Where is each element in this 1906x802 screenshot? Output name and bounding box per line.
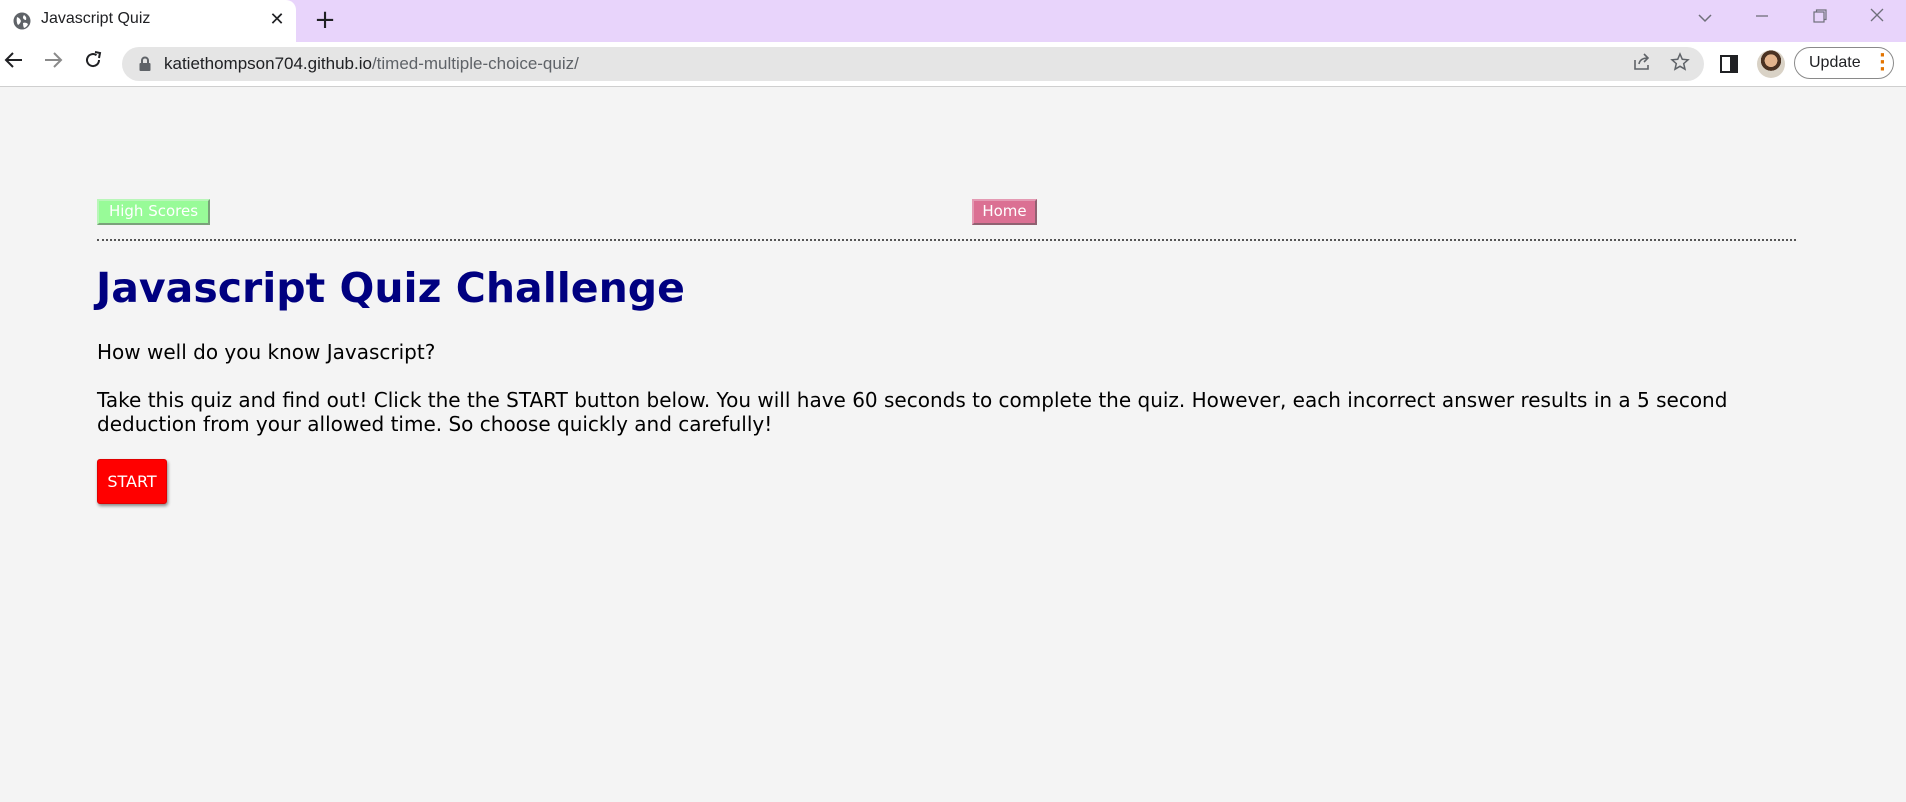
profile-avatar[interactable] [1757, 50, 1785, 78]
browser-toolbar: katiethompson704.github.io/timed-multipl… [0, 42, 1906, 87]
url-text[interactable]: katiethompson704.github.io/timed-multipl… [164, 54, 579, 74]
globe-icon [13, 12, 31, 30]
start-button[interactable]: START [97, 459, 167, 504]
page-title: Javascript Quiz Challenge [96, 264, 685, 312]
reload-icon[interactable] [77, 48, 109, 80]
update-label: Update [1809, 54, 1861, 71]
tab-title: Javascript Quiz [41, 10, 151, 27]
more-menu-icon[interactable]: · · · [1879, 47, 1886, 79]
url-host: katiethompson704.github.io [164, 54, 372, 73]
divider [97, 239, 1796, 241]
close-icon[interactable] [1857, 4, 1897, 32]
side-panel-icon[interactable] [1720, 55, 1738, 73]
star-icon[interactable] [1668, 52, 1692, 76]
chevron-down-icon[interactable] [1685, 4, 1725, 32]
url-path: /timed-multiple-choice-quiz/ [371, 54, 579, 73]
back-arrow-icon[interactable] [0, 48, 30, 80]
lock-icon[interactable] [138, 56, 152, 72]
tab-strip: Javascript Quiz ✕ + [0, 0, 1906, 42]
share-icon[interactable] [1630, 52, 1654, 76]
minimize-icon[interactable] [1742, 4, 1782, 32]
address-bar[interactable]: katiethompson704.github.io/timed-multipl… [122, 47, 1704, 81]
home-button[interactable]: Home [972, 199, 1037, 225]
intro-question: How well do you know Javascript? [97, 340, 436, 364]
update-button[interactable]: Update · · · [1794, 47, 1894, 79]
forward-arrow-icon[interactable] [37, 48, 69, 80]
tab-close-icon[interactable]: ✕ [264, 7, 290, 33]
high-scores-button[interactable]: High Scores [97, 199, 210, 225]
browser-tab[interactable]: Javascript Quiz ✕ [0, 0, 296, 42]
new-tab-button[interactable]: + [309, 4, 341, 36]
restore-icon[interactable] [1800, 4, 1840, 32]
quiz-instructions: Take this quiz and find out! Click the t… [97, 388, 1728, 436]
